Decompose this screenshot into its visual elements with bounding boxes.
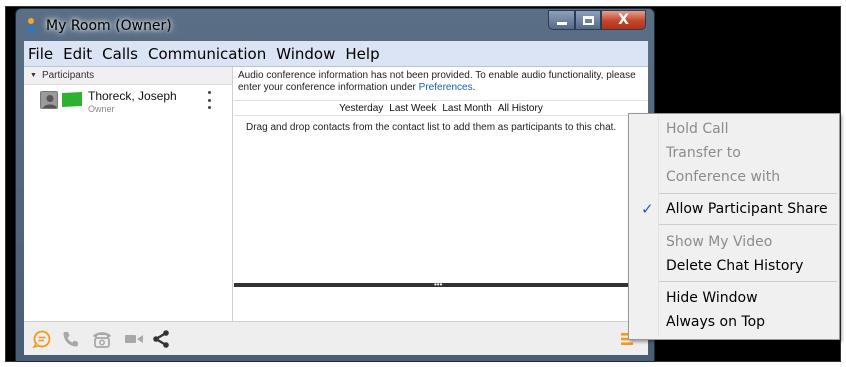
close-button[interactable]: X (601, 10, 646, 30)
audio-info-notice: Audio conference information has not bee… (234, 67, 648, 101)
phone-icon[interactable] (62, 330, 80, 348)
drag-drop-tip: Drag and drop contacts from the contact … (246, 122, 617, 133)
participant-role: Owner (88, 104, 115, 114)
conference-phone-icon[interactable] (91, 330, 113, 348)
menu-bar: File Edit Calls Communication Window Hel… (24, 41, 648, 67)
menu-separator (659, 281, 837, 282)
minimize-icon (556, 21, 567, 25)
menu-item-hide-window[interactable]: Hide Window (629, 287, 839, 309)
title-bar[interactable]: My Room (Owner) X (16, 9, 654, 41)
collapse-caret-icon[interactable]: ▼ (30, 72, 37, 79)
close-icon: X (618, 12, 629, 28)
participant-row[interactable]: Thoreck, Joseph Owner (24, 85, 232, 119)
menu-separator (659, 193, 837, 194)
history-last-month[interactable]: Last Month (442, 103, 491, 114)
menu-item-conference-with[interactable]: Conference with (629, 166, 839, 188)
history-filter-bar: Yesterday Last Week Last Month All Histo… (234, 101, 648, 116)
menu-file[interactable]: File (28, 45, 53, 63)
history-yesterday[interactable]: Yesterday (339, 103, 383, 114)
participants-header-label: Participants (41, 70, 95, 81)
window-client: File Edit Calls Communication Window Hel… (24, 41, 648, 355)
menu-item-allow-participant-share[interactable]: ✓ Allow Participant Share (629, 198, 839, 220)
caption-buttons: X (548, 10, 646, 32)
menu-item-transfer-to[interactable]: Transfer to (629, 142, 839, 164)
conversation-pane: Audio conference information has not bee… (234, 67, 648, 321)
menu-item-show-my-video[interactable]: Show My Video (629, 231, 839, 253)
presence-flag-icon (62, 92, 82, 107)
menu-window[interactable]: Window (276, 45, 335, 63)
participants-header[interactable]: ▼ Participants (24, 67, 232, 85)
window-context-menu: Hold Call Transfer to Conference with ✓ … (628, 113, 840, 340)
menu-item-label: Allow Participant Share (666, 201, 828, 217)
menu-calls[interactable]: Calls (102, 45, 138, 63)
pane-splitter[interactable]: ••• (234, 280, 648, 289)
preferences-link[interactable]: Preferences (419, 82, 473, 93)
video-camera-icon[interactable] (123, 330, 145, 348)
bottom-toolbar (24, 321, 648, 355)
participant-name: Thoreck, Joseph (88, 89, 177, 103)
maximize-icon (582, 15, 594, 25)
more-options-icon[interactable] (206, 91, 212, 109)
menu-edit[interactable]: Edit (63, 45, 92, 63)
menu-item-delete-chat-history[interactable]: Delete Chat History (629, 255, 839, 277)
menu-separator (659, 224, 837, 225)
maximize-button[interactable] (575, 10, 601, 30)
participants-pane: ▼ Participants Thoreck, Joseph Owner (24, 67, 233, 321)
checkmark-icon: ✓ (641, 200, 654, 218)
history-all[interactable]: All History (498, 103, 543, 114)
history-last-week[interactable]: Last Week (389, 103, 436, 114)
app-logo-icon (25, 18, 37, 36)
menu-item-always-on-top[interactable]: Always on Top (629, 311, 839, 333)
person-icon (43, 95, 57, 108)
share-icon[interactable] (151, 330, 171, 348)
window-title: My Room (Owner) (46, 18, 172, 34)
avatar (40, 91, 58, 109)
menu-communication[interactable]: Communication (148, 45, 266, 63)
menu-item-hold-call[interactable]: Hold Call (629, 118, 839, 140)
menu-help[interactable]: Help (345, 45, 379, 63)
room-window: My Room (Owner) X File Edit Calls Commun… (15, 8, 655, 362)
minimize-button[interactable] (548, 10, 575, 30)
audio-info-tail: . (472, 82, 476, 93)
chat-icon[interactable] (32, 330, 52, 348)
splitter-grip-icon: ••• (434, 280, 443, 289)
